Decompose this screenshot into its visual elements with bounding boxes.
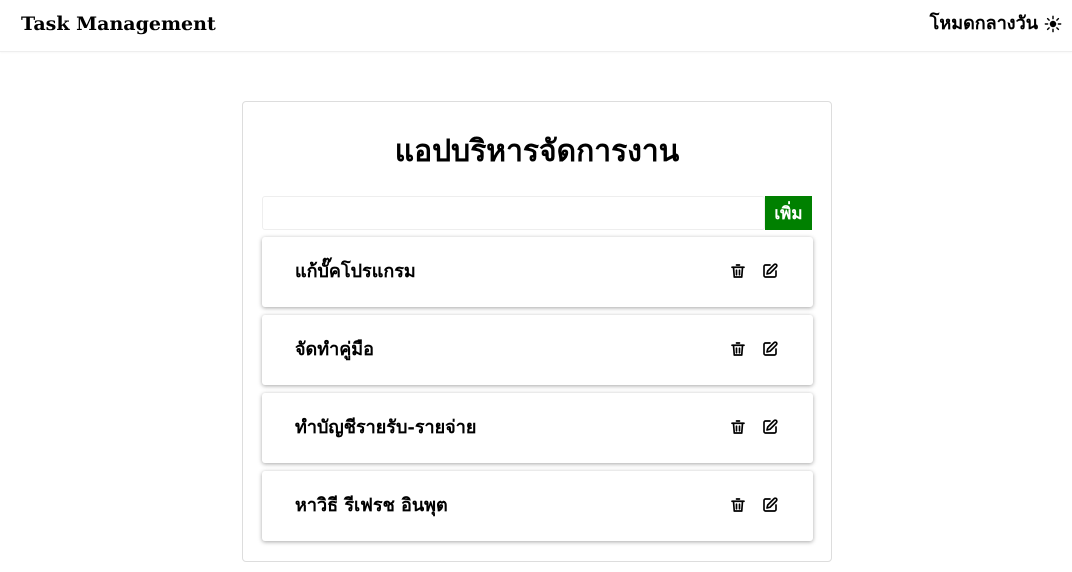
sun-icon <box>1044 15 1062 33</box>
task-label: จัดทำคู่มือ <box>295 339 374 360</box>
trash-icon <box>729 418 749 436</box>
trash-icon <box>729 262 749 280</box>
edit-task-button[interactable] <box>761 495 781 515</box>
task-input[interactable] <box>262 196 765 230</box>
edit-icon <box>761 262 781 280</box>
task-item: แก้บั๊คโปรแกรม <box>262 237 813 307</box>
trash-icon <box>729 340 749 358</box>
app-title: แอปบริหารจัดการงาน <box>394 134 680 169</box>
delete-task-button[interactable] <box>729 495 749 515</box>
task-label: หาวิธี รีเฟรช อินพุต <box>295 495 448 516</box>
edit-icon <box>761 340 781 358</box>
theme-toggle-button[interactable]: โหมดกลางวัน <box>930 12 1062 36</box>
trash-icon <box>729 496 749 514</box>
add-task-button[interactable]: เพิ่ม <box>765 196 812 230</box>
edit-task-button[interactable] <box>761 339 781 359</box>
edit-icon <box>761 418 781 436</box>
task-label: ทำบัญชีรายรับ-รายจ่าย <box>295 417 477 438</box>
delete-task-button[interactable] <box>729 261 749 281</box>
edit-task-button[interactable] <box>761 261 781 281</box>
task-item: หาวิธี รีเฟรช อินพุต <box>262 471 813 541</box>
brand-title: Task Management <box>21 13 216 35</box>
add-task-form: เพิ่ม <box>262 196 812 230</box>
delete-task-button[interactable] <box>729 339 749 359</box>
task-app-card: แอปบริหารจัดการงาน เพิ่ม แก้บั๊คโปรแกรม <box>242 101 832 562</box>
delete-task-button[interactable] <box>729 417 749 437</box>
task-label: แก้บั๊คโปรแกรม <box>295 261 416 282</box>
task-item: จัดทำคู่มือ <box>262 315 813 385</box>
task-item: ทำบัญชีรายรับ-รายจ่าย <box>262 393 813 463</box>
edit-icon <box>761 496 781 514</box>
navbar: Task Management โหมดกลางวัน <box>0 0 1072 52</box>
theme-mode-label: โหมดกลางวัน <box>929 13 1038 34</box>
edit-task-button[interactable] <box>761 417 781 437</box>
